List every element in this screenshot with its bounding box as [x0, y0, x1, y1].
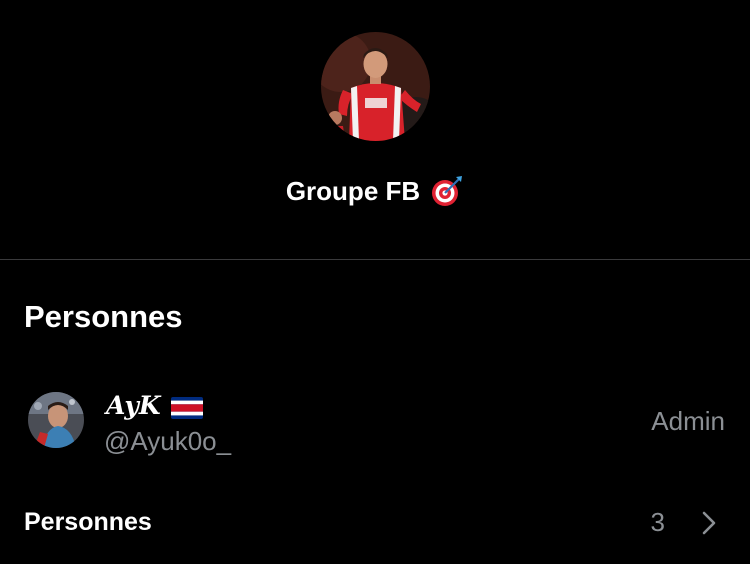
group-avatar[interactable] — [321, 32, 430, 141]
member-handle: @Ayuk0o_ — [104, 426, 232, 456]
people-list-row[interactable]: Personnes 3 — [0, 500, 750, 546]
people-section-heading: Personnes — [24, 299, 183, 334]
group-title: Groupe FB — [0, 170, 750, 212]
member-row[interactable]: AyK @Ayuk0o_ Admin — [0, 380, 750, 460]
avatar[interactable] — [28, 392, 84, 448]
people-count: 3 — [650, 507, 665, 537]
section-divider — [0, 259, 750, 260]
people-row-label: Personnes — [24, 508, 152, 536]
member-role-badge: Admin — [651, 406, 725, 436]
chevron-right-icon — [701, 510, 717, 536]
group-title-text: Groupe FB — [285, 176, 421, 206]
member-name: AyK — [106, 390, 203, 422]
group-header: Groupe FB — [0, 0, 750, 259]
member-name-text: AyK — [106, 391, 161, 420]
target-icon — [430, 174, 464, 208]
costa-rica-flag-icon — [170, 395, 203, 419]
